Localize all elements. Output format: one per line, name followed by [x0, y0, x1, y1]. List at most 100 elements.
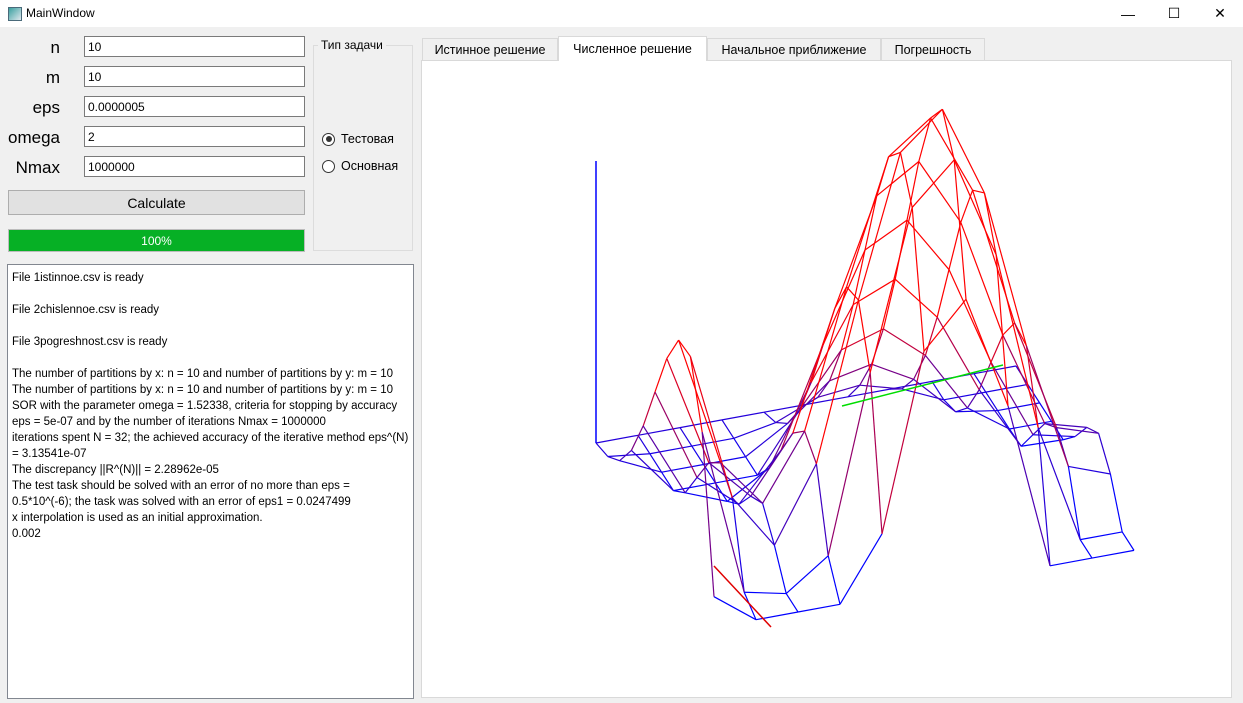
progress-text: 100%	[141, 233, 172, 248]
mesh-line	[1091, 549, 1135, 559]
mesh-line	[990, 361, 1034, 436]
mesh-line	[839, 533, 883, 605]
tab-true-solution[interactable]: Истинное решение	[422, 38, 558, 60]
mesh-line	[1098, 433, 1111, 475]
mesh-line	[864, 219, 908, 251]
mesh-line	[679, 427, 693, 447]
mesh-line	[882, 279, 896, 330]
maximize-button[interactable]: ☐	[1151, 0, 1197, 27]
radio-test[interactable]: Тестовая	[322, 132, 394, 146]
mesh-line	[654, 391, 698, 478]
mesh-line	[691, 445, 705, 465]
mesh-line	[827, 555, 841, 605]
mesh-line	[785, 555, 829, 594]
task-type-group	[313, 45, 413, 251]
mesh-line	[743, 592, 757, 620]
mesh-line	[983, 192, 1027, 346]
mesh-line	[763, 411, 777, 423]
mesh-line	[913, 355, 926, 380]
eps-field[interactable]	[84, 96, 305, 117]
mesh-line	[744, 591, 787, 595]
mesh-line	[941, 109, 955, 161]
mesh-line	[911, 207, 925, 352]
mesh-line	[595, 434, 639, 444]
mesh-line	[888, 117, 932, 158]
mesh-line	[745, 422, 788, 458]
mesh-line	[762, 430, 806, 504]
task-type-title: Тип задачи	[318, 38, 386, 52]
mesh-line	[1049, 557, 1093, 567]
mesh-line	[804, 430, 817, 464]
radio-test-label: Тестовая	[341, 132, 394, 146]
mesh-line	[678, 339, 691, 357]
mesh-line	[960, 222, 1004, 336]
mesh-line	[911, 159, 955, 208]
mesh-line	[713, 596, 757, 621]
m-label: m	[45, 68, 60, 87]
mesh-line	[607, 455, 620, 462]
mesh-line	[913, 378, 956, 413]
minimize-button[interactable]: —	[1105, 0, 1151, 27]
mesh-line	[1109, 473, 1123, 533]
mesh-line	[871, 363, 914, 380]
n-field[interactable]	[84, 36, 305, 57]
mesh-line	[936, 269, 950, 318]
plot-pane	[421, 60, 1232, 698]
mesh-line	[948, 222, 962, 270]
nmax-label: Nmax	[15, 158, 60, 177]
mesh-line	[953, 159, 967, 300]
mesh-line	[792, 430, 805, 434]
mesh-line	[684, 477, 698, 494]
progress-bar: 100%	[8, 229, 305, 252]
tab-initial-approximation[interactable]: Начальное приближение	[707, 38, 881, 60]
mesh-line	[773, 545, 787, 594]
app-icon	[8, 7, 22, 21]
omega-label: omega	[8, 128, 60, 147]
mesh-line	[960, 190, 974, 223]
tab-numerical-solution[interactable]: Численное решение	[558, 36, 707, 61]
surface-mesh	[595, 108, 1135, 621]
output-log[interactable]: File 1istinnoe.csv is ready File 2chisle…	[7, 264, 414, 699]
mesh-line	[883, 328, 926, 356]
nmax-field[interactable]	[84, 156, 305, 177]
mesh-line	[721, 411, 765, 421]
mesh-line	[773, 463, 817, 546]
m-field[interactable]	[84, 66, 305, 87]
radio-main-label: Основная	[341, 159, 399, 173]
mesh-line	[829, 363, 872, 382]
mesh-line	[943, 391, 986, 401]
surface-plot[interactable]	[422, 61, 1231, 697]
mesh-line	[894, 278, 938, 318]
mesh-line	[966, 389, 980, 409]
title-bar: MainWindow — ☐ ✕	[0, 0, 1243, 27]
mesh-line	[918, 161, 962, 223]
mesh-line	[1080, 531, 1123, 541]
eps-label: eps	[32, 98, 60, 117]
close-button[interactable]: ✕	[1197, 0, 1243, 27]
mesh-line	[829, 349, 842, 381]
mesh-line	[899, 152, 913, 208]
mesh-line	[733, 421, 777, 439]
calculate-button[interactable]: Calculate	[8, 190, 305, 215]
mesh-line	[630, 450, 674, 492]
mesh-line	[595, 442, 609, 457]
mesh-line	[1068, 465, 1111, 475]
mesh-line	[804, 286, 848, 432]
radio-main[interactable]: Основная	[322, 159, 398, 173]
mesh-line	[775, 421, 788, 425]
mesh-line	[1067, 466, 1081, 540]
mesh-line	[721, 419, 735, 439]
window-title: MainWindow	[26, 6, 95, 20]
mesh-line	[815, 299, 859, 464]
mesh-line	[745, 456, 758, 476]
omega-field[interactable]	[84, 126, 305, 147]
tab-error[interactable]: Погрешность	[881, 38, 985, 60]
radio-test-indicator[interactable]	[322, 132, 335, 146]
mesh-line	[642, 391, 656, 427]
mesh-line	[990, 334, 1004, 363]
mesh-line	[955, 409, 998, 413]
mesh-line	[815, 463, 829, 556]
radio-main-indicator[interactable]	[322, 159, 335, 173]
mesh-line	[731, 497, 745, 593]
mesh-line	[607, 453, 650, 458]
